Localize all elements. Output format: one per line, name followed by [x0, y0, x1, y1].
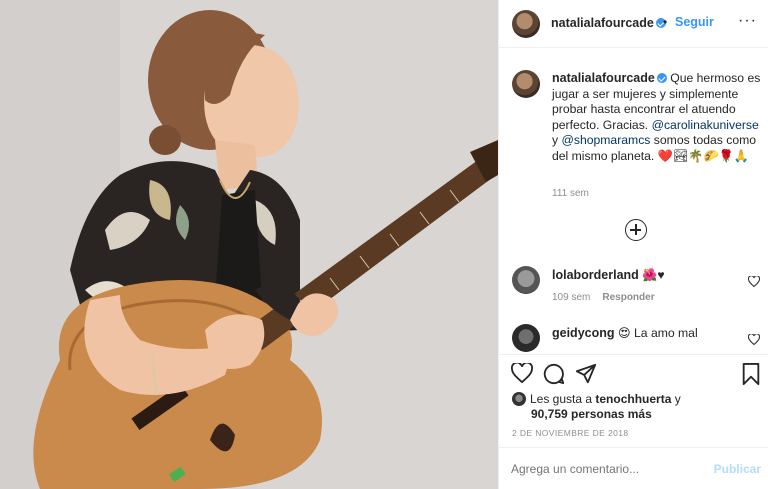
author-avatar[interactable] [512, 10, 540, 38]
liker-avatar[interactable] [512, 392, 526, 406]
verified-badge-icon [656, 73, 667, 83]
woman-playing-guitar-image [0, 0, 498, 489]
share-icon[interactable] [575, 363, 597, 390]
follow-button[interactable]: Seguir [675, 15, 714, 29]
commenter-avatar[interactable] [512, 324, 540, 352]
comment-body: 🌺♥ [642, 268, 665, 282]
caption-avatar[interactable] [512, 70, 540, 98]
post-side-panel: natalialafourcade • Seguir ··· nataliala… [498, 0, 768, 489]
comment-meta: 109 sem Responder [552, 292, 655, 303]
comment-body: 😍 La amo mal [617, 326, 698, 340]
post-photo[interactable] [0, 0, 498, 489]
plus-circle-icon[interactable] [625, 219, 647, 241]
liker-username[interactable]: tenochhuerta [595, 392, 671, 406]
comment-icon[interactable] [543, 363, 565, 390]
likes-suffix: y [671, 392, 681, 406]
add-comment-bar: Publicar [499, 447, 768, 489]
more-options-icon[interactable]: ··· [738, 12, 757, 30]
comment-item: lolaborderland 🌺♥ 109 sem Responder [512, 266, 762, 316]
likes-prefix: Les gusta a [530, 392, 596, 406]
comment-timestamp[interactable]: 109 sem [552, 292, 590, 303]
comment-input[interactable] [511, 462, 701, 476]
post-actions: Les gusta a tenochhuerta y 90,759 person… [499, 354, 768, 489]
caption-timestamp[interactable]: 111 sem [552, 188, 589, 199]
commenter-avatar[interactable] [512, 266, 540, 294]
author-username[interactable]: natalialafourcade [551, 16, 666, 30]
commenter-username[interactable]: lolaborderland [552, 268, 639, 282]
post-date[interactable]: 2 DE NOVIEMBRE DE 2018 [512, 428, 629, 438]
mention-link-carolinakuniverse[interactable]: @carolinakuniverse [652, 118, 759, 132]
bookmark-icon[interactable] [741, 363, 761, 390]
commenter-username[interactable]: geidycong [552, 326, 615, 340]
heart-icon[interactable] [747, 274, 761, 292]
likes-count[interactable]: 90,759 personas más [531, 407, 652, 421]
action-icons-row [511, 361, 761, 390]
heart-icon[interactable] [511, 361, 533, 388]
comment-text: geidycong 😍 La amo mal [552, 326, 698, 340]
comment-text: lolaborderland 🌺♥ [552, 268, 665, 282]
liked-by-line: Les gusta a tenochhuerta y [512, 392, 681, 406]
mention-link-shopmaramcs[interactable]: @shopmaramcs [561, 133, 650, 147]
post-header: natalialafourcade • Seguir ··· [499, 0, 768, 48]
reply-button[interactable]: Responder [602, 292, 654, 303]
caption-username[interactable]: natalialafourcade [552, 71, 655, 85]
publish-button[interactable]: Publicar [714, 462, 761, 476]
caption-text: natalialafourcade Que hermoso es jugar a… [552, 71, 762, 164]
header-separator: • [663, 15, 668, 29]
author-username-text[interactable]: natalialafourcade [551, 16, 654, 30]
heart-icon[interactable] [747, 332, 761, 350]
